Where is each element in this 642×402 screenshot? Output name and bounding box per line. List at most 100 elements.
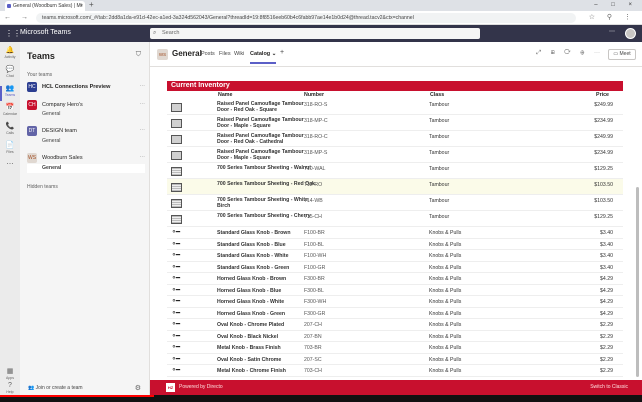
rail-activity[interactable]: 🔔 Activity: [0, 46, 20, 66]
product-price: $2.29: [600, 333, 613, 340]
tab-posts[interactable]: Posts: [201, 51, 215, 57]
search-input[interactable]: ⌕ Search: [150, 28, 480, 39]
channel-actions[interactable]: ⤢ ⊞ ⟳ ⊕ ⋯: [536, 50, 604, 57]
app-rail: 🔔 Activity 💬 Chat 👥 Teams 📅 Calendar 📞 Calls 📄 File…: [0, 42, 20, 402]
hidden-teams-label[interactable]: Hidden teams: [27, 184, 58, 190]
team-woodburn-sales[interactable]: WS Woodburn Sales ⋯: [27, 152, 145, 164]
more-icon[interactable]: ⋯: [140, 81, 146, 93]
browser-tab[interactable]: General (Woodburn Sales) | Mi ×: [5, 1, 85, 11]
product-class: Tambour: [429, 102, 450, 108]
channel-general[interactable]: General: [42, 110, 147, 119]
more-icon[interactable]: ⋯: [140, 152, 146, 164]
table-row[interactable]: ⚬━ Standard Glass Knob - Brown F100-BR Knob…: [167, 227, 623, 239]
join-create-team-button[interactable]: 👥 Join or create a team: [28, 385, 83, 391]
product-price: $249.99: [594, 134, 613, 140]
rail-files[interactable]: 📄 Files: [0, 141, 20, 161]
product-class: Knobs & Pulls: [429, 299, 462, 305]
table-row[interactable]: 700 Series Tambour Sheeting - White Birc…: [167, 195, 623, 211]
rail-label: Files: [6, 150, 14, 154]
browser-actions[interactable]: ☆ ⚲ ⋮: [589, 13, 636, 21]
product-class: Knobs & Pulls: [429, 287, 462, 294]
col-header-price[interactable]: Price: [596, 92, 609, 98]
table-row[interactable]: Raised Panel Camouflage Tambour Door - M…: [167, 147, 623, 163]
activity-icon: 🔔: [5, 47, 15, 54]
table-row[interactable]: ⚬━ Oval Knob - Satin Chrome 207-SC Knobs & …: [167, 354, 623, 365]
table-row[interactable]: 700 Series Tambour Sheeting - Walnut 710-…: [167, 163, 623, 179]
filter-icon[interactable]: ⛉: [136, 51, 141, 59]
table-row[interactable]: ⚬━ Metal Knob - Brass Finish 703-BR Knobs &…: [167, 342, 623, 354]
tab-wiki[interactable]: Wiki: [234, 51, 244, 57]
tab-catalog[interactable]: Catalog ⌄: [250, 51, 277, 64]
table-row[interactable]: Raised Panel Camouflage Tambour Door - R…: [167, 131, 623, 147]
switch-to-classic-link[interactable]: Switch to Classic: [590, 384, 628, 390]
product-name: Raised Panel Camouflage Tambour Door - R…: [217, 133, 304, 145]
table-row[interactable]: Raised Panel Camouflage Tambour Door - M…: [167, 115, 623, 131]
table-row[interactable]: ⚬━ Horned Glass Knob - Brown F300-BR Knobs …: [167, 273, 623, 285]
product-number: F100-GR: [304, 264, 326, 271]
product-class: Knobs & Pulls: [429, 310, 462, 317]
rail-chat[interactable]: 💬 Chat: [0, 65, 20, 85]
url-input[interactable]: teams.microsoft.com/_#/tab::2dd8a1da-e91…: [36, 13, 576, 23]
col-header-class[interactable]: Class: [430, 92, 444, 98]
add-tab-button[interactable]: +: [280, 49, 284, 56]
product-price: $2.29: [600, 368, 613, 374]
product-name: Raised Panel Camouflage Tambour Door - M…: [217, 117, 304, 129]
rail-calendar[interactable]: 📅 Calendar: [0, 103, 20, 123]
product-price: $2.29: [600, 322, 613, 328]
rail-calls[interactable]: 📞 Calls: [0, 122, 20, 142]
scrollbar[interactable]: [636, 187, 639, 377]
product-number: 318-MP-C: [304, 118, 328, 124]
browser-tab-strip: General (Woodburn Sales) | Mi × + – □ ×: [0, 0, 642, 11]
teams-list-pane: Teams ⛉ Your teams HC HCL Connections Pr…: [20, 42, 150, 402]
product-name: Standard Glass Knob - Brown: [217, 230, 291, 236]
table-row[interactable]: Raised Panel Camouflage Tambour Door - R…: [167, 99, 623, 115]
team-hcl[interactable]: HC HCL Connections Preview ⋯: [27, 81, 145, 93]
catalog-content: Current Inventory Name Number Class Pric…: [150, 67, 642, 380]
rail-teams[interactable]: 👥 Teams: [0, 84, 20, 104]
product-price: $129.25: [594, 166, 613, 172]
product-name: Metal Knob - Brass Finish: [217, 345, 281, 351]
table-row[interactable]: 700 Series Tambour Sheeting - Cherry 715-…: [167, 211, 623, 227]
product-class: Knobs & Pulls: [429, 345, 462, 351]
avatar[interactable]: [625, 28, 636, 39]
meet-button[interactable]: ▭ Meet: [608, 49, 636, 60]
table-row[interactable]: ⚬━ Standard Glass Knob - Blue F100-BL Knobs…: [167, 239, 623, 250]
product-name: Oval Knob - Satin Chrome: [217, 356, 282, 363]
close-tab-icon[interactable]: ×: [80, 1, 83, 11]
product-number: 207-CH: [304, 322, 322, 328]
rail-more[interactable]: ⋯: [0, 160, 20, 180]
tab-files[interactable]: Files: [219, 51, 231, 57]
app-launcher-icon[interactable]: ⋮⋮: [5, 29, 21, 38]
window-controls[interactable]: – □ ×: [594, 0, 638, 10]
table-row[interactable]: ⚬━ Horned Glass Knob - Green F300-GR Knobs …: [167, 308, 623, 319]
col-header-number[interactable]: Number: [304, 92, 324, 98]
col-header-name[interactable]: Name: [218, 92, 232, 98]
product-price: $249.99: [594, 102, 613, 108]
video-progress-bar[interactable]: [0, 395, 642, 402]
app-title: Microsoft Teams: [20, 29, 71, 36]
table-row[interactable]: 700 Series Tambour Sheeting - Red Oak 712…: [167, 179, 623, 195]
table-row[interactable]: ⚬━ Horned Glass Knob - Blue F300-BL Knobs &…: [167, 285, 623, 296]
more-icon[interactable]: ⋯: [140, 125, 146, 137]
new-tab-button[interactable]: +: [89, 0, 94, 10]
gear-icon[interactable]: ⚙: [135, 384, 141, 392]
product-class: Knobs & Pulls: [429, 276, 462, 282]
table-row[interactable]: ⚬━ Oval Knob - Chrome Plated 207-CH Knobs &…: [167, 319, 623, 331]
channel-general-active[interactable]: General: [27, 164, 145, 173]
more-options-icon[interactable]: ⋯: [609, 28, 618, 35]
product-thumbnail: ⚬━: [171, 252, 180, 260]
powered-by-text: Powered by Directo: [179, 384, 223, 390]
table-row[interactable]: ⚬━ Horned Glass Knob - White F300-WH Knobs …: [167, 296, 623, 308]
product-thumbnail: [171, 118, 182, 128]
product-number: 703-BR: [304, 345, 322, 351]
table-row[interactable]: ⚬━ Oval Knob - Black Nickel 207-BN Knobs & …: [167, 331, 623, 342]
app-footer: HZ Powered by Directo Switch to Classic: [150, 380, 642, 395]
channel-general[interactable]: General: [42, 137, 147, 146]
table-row[interactable]: ⚬━ Metal Knob - Chrome Finish 703-CH Knobs …: [167, 365, 623, 377]
team-avatar-icon: DT: [27, 126, 37, 136]
table-row[interactable]: ⚬━ Standard Glass Knob - White F100-WH Knob…: [167, 250, 623, 262]
product-price: $4.29: [600, 299, 613, 305]
team-design[interactable]: DT DESIGN team ⋯: [27, 125, 145, 137]
team-avatar-icon: WS: [27, 153, 37, 163]
table-row[interactable]: ⚬━ Standard Glass Knob - Green F100-GR Knob…: [167, 262, 623, 273]
